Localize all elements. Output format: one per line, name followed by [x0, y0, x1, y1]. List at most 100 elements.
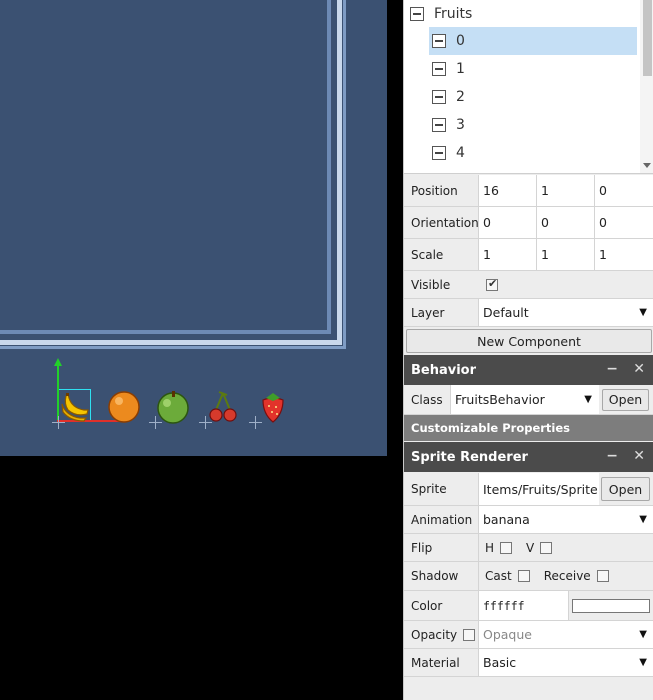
material-select[interactable]: Basic ▼ [479, 649, 653, 676]
orientation-x-input[interactable]: 0 [479, 207, 537, 238]
strawberry-sprite[interactable] [256, 390, 290, 424]
tree-scrollbar[interactable] [640, 0, 653, 173]
tree-node-1[interactable]: 1 [432, 55, 632, 83]
receive-label: Receive [543, 569, 591, 583]
opacity-checkbox[interactable] [463, 628, 476, 641]
scale-z-input[interactable]: 1 [595, 239, 653, 270]
receive-checkbox[interactable] [596, 570, 609, 582]
inspector-panel: Fruits 0 1 2 3 4 Position 16 1 0 Orienta… [403, 0, 653, 700]
close-icon[interactable]: ✕ [633, 361, 645, 377]
scrollbar-thumb[interactable] [643, 0, 652, 76]
receive-shadow-option[interactable]: Receive [544, 569, 609, 583]
gizmo-y-arrow-icon[interactable] [54, 358, 62, 366]
cherries-sprite[interactable] [206, 390, 240, 424]
minimize-icon[interactable]: − [606, 361, 618, 377]
class-open-button[interactable]: Open [602, 388, 649, 411]
material-label: Material [404, 649, 479, 676]
tree-node-3[interactable]: 3 [432, 111, 632, 139]
tree-node-label: 0 [456, 33, 465, 49]
collapse-icon[interactable] [432, 62, 446, 76]
hierarchy-tree[interactable]: Fruits 0 1 2 3 4 [404, 0, 653, 174]
flip-h-label: H [485, 540, 495, 555]
color-label: Color [404, 591, 479, 620]
close-icon[interactable]: ✕ [633, 448, 645, 464]
dropdown-caret-icon: ▼ [639, 657, 647, 668]
dropdown-caret-icon: ▼ [639, 514, 647, 525]
dropdown-caret-icon: ▼ [639, 629, 647, 640]
sprite-label: Sprite [404, 473, 479, 505]
collapse-icon[interactable] [432, 146, 446, 160]
color-hex-input[interactable]: ffffff [479, 591, 569, 620]
flip-v-label: V [526, 540, 535, 555]
cast-checkbox[interactable] [517, 570, 530, 582]
behavior-header[interactable]: Behavior − ✕ [404, 355, 653, 385]
animation-label: Animation [404, 506, 479, 533]
tree-node-2[interactable]: 2 [432, 83, 632, 111]
sprite-open-button[interactable]: Open [601, 477, 650, 501]
tree-node-0[interactable]: 0 [429, 27, 637, 55]
class-row: Class FruitsBehavior ▼ Open [404, 385, 653, 415]
scene-viewport[interactable] [0, 0, 387, 456]
visible-checkbox[interactable] [486, 277, 498, 291]
tree-node-label: Fruits [434, 6, 473, 22]
shadow-label: Shadow [404, 562, 479, 590]
layer-select[interactable]: Default ▼ [479, 299, 653, 326]
scale-x-input[interactable]: 1 [479, 239, 537, 270]
opacity-value: Opaque [483, 627, 532, 642]
layer-label: Layer [404, 299, 479, 326]
animation-row: Animation banana ▼ [404, 506, 653, 534]
position-y-input[interactable]: 1 [537, 175, 595, 206]
behavior-title: Behavior [411, 362, 477, 378]
minimize-icon[interactable]: − [606, 448, 618, 464]
cast-shadow-option[interactable]: Cast [485, 569, 530, 583]
flip-h-option[interactable]: H [485, 540, 513, 555]
position-x-input[interactable]: 16 [479, 175, 537, 206]
visible-label: Visible [411, 277, 451, 292]
collapse-icon[interactable] [432, 118, 446, 132]
orientation-z-input[interactable]: 0 [595, 207, 653, 238]
flip-v-checkbox[interactable] [540, 541, 553, 554]
class-select[interactable]: FruitsBehavior ▼ [451, 385, 599, 414]
cast-label: Cast [485, 569, 512, 583]
customizable-properties-header[interactable]: Customizable Properties [404, 415, 653, 441]
orange-sprite[interactable] [107, 390, 141, 424]
position-z-input[interactable]: 0 [595, 175, 653, 206]
apple-sprite[interactable] [156, 390, 190, 424]
tree-node-label: 1 [456, 61, 465, 77]
sprite-renderer-title: Sprite Renderer [411, 449, 528, 465]
new-component-button[interactable]: New Component [406, 329, 652, 353]
collapse-icon[interactable] [432, 90, 446, 104]
flip-h-checkbox[interactable] [500, 541, 513, 554]
scale-row: Scale 1 1 1 [404, 239, 653, 271]
collapse-icon[interactable] [410, 7, 424, 21]
orientation-row: Orientation 0 0 0 [404, 207, 653, 239]
animation-value: banana [483, 512, 530, 527]
opacity-row: Opacity Opaque ▼ [404, 621, 653, 649]
position-row: Position 16 1 0 [404, 175, 653, 207]
color-swatch[interactable] [572, 598, 650, 613]
scale-y-input[interactable]: 1 [537, 239, 595, 270]
camera-frame-inner [0, 0, 331, 334]
flip-v-option[interactable]: V [526, 540, 553, 555]
class-label: Class [404, 385, 451, 414]
scale-label: Scale [404, 239, 479, 270]
tree-node-root[interactable]: Fruits [410, 0, 640, 28]
dropdown-caret-icon: ▼ [639, 307, 647, 318]
opacity-label-cell: Opacity [404, 621, 479, 648]
orientation-y-input[interactable]: 0 [537, 207, 595, 238]
sprite-renderer-header[interactable]: Sprite Renderer − ✕ [404, 442, 653, 472]
collapse-icon[interactable] [432, 34, 446, 48]
layer-value: Default [483, 305, 529, 320]
position-label: Position [404, 175, 479, 206]
opacity-select[interactable]: Opaque ▼ [479, 621, 653, 648]
sprite-row: Sprite Items/Fruits/Sprite Open [404, 473, 653, 506]
scroll-down-icon[interactable] [643, 163, 651, 168]
sprite-path-input[interactable]: Items/Fruits/Sprite [479, 473, 599, 505]
orientation-label: Orientation [404, 207, 479, 238]
class-value: FruitsBehavior [455, 392, 545, 407]
animation-select[interactable]: banana ▼ [479, 506, 653, 533]
material-value: Basic [483, 655, 517, 670]
banana-sprite[interactable] [58, 390, 92, 424]
flip-row: Flip H V [404, 534, 653, 562]
tree-node-4[interactable]: 4 [432, 139, 632, 167]
